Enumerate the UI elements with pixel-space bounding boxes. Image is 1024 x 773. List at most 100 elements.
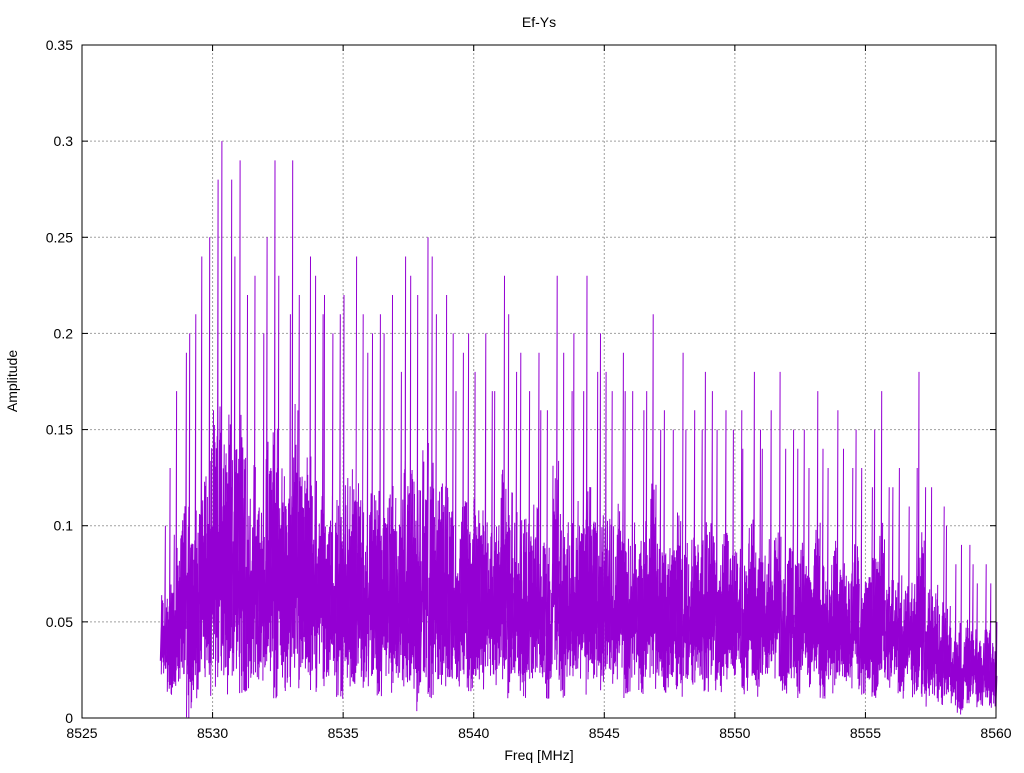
- y-tick-label: 0: [65, 710, 73, 726]
- signal-bin: [460, 352, 469, 675]
- x-tick-label: 8530: [197, 725, 228, 741]
- signal-bin: [982, 564, 991, 698]
- signal-bin: [512, 371, 521, 677]
- signal-bin: [871, 429, 880, 698]
- chart: 8525 8530 8535 8540 8545 8550 8555 8560 0 0.05 0.1…: [4, 14, 1012, 763]
- signal-bin: [492, 391, 501, 686]
- x-tick-label: 8555: [850, 725, 881, 741]
- signal-bin: [649, 314, 658, 689]
- x-axis-label: Freq [MHz]: [504, 747, 573, 763]
- signal-bin: [956, 544, 965, 715]
- signal-bin: [277, 275, 286, 678]
- signal-bin: [179, 352, 188, 679]
- signal-bin: [231, 256, 240, 676]
- signal-bin: [603, 371, 612, 670]
- signal-bin: [264, 237, 273, 672]
- signal-bin: [904, 506, 913, 675]
- y-axis-label: Amplitude: [4, 350, 20, 412]
- signal-bin: [819, 448, 828, 699]
- signal-bin: [806, 467, 815, 688]
- signal-bin: [571, 333, 580, 677]
- signal-bin: [584, 275, 593, 695]
- signal-bin: [577, 391, 586, 679]
- signal-bin: [532, 352, 540, 679]
- signal-bin: [597, 333, 606, 691]
- signal-bin: [453, 391, 462, 687]
- signal-bin: [786, 429, 795, 679]
- signal-bin: [917, 371, 926, 697]
- signal-bin: [695, 429, 704, 676]
- signal-bin: [590, 371, 599, 679]
- signal-bin: [721, 410, 730, 680]
- signal-bin: [949, 564, 958, 706]
- signal-bin: [375, 314, 384, 697]
- signal-bin: [362, 352, 371, 688]
- signal-bin: [355, 314, 364, 677]
- signal-bin: [525, 391, 534, 679]
- signal-bin: [708, 391, 717, 675]
- signal-bin: [199, 256, 207, 678]
- signal-bin: [936, 506, 945, 706]
- signal-bin: [270, 160, 279, 699]
- signal-bin: [545, 410, 553, 699]
- signal-bin: [636, 410, 645, 695]
- signal-bin: [616, 352, 625, 680]
- y-tick-label: 0.05: [46, 614, 73, 630]
- signal-bin: [283, 314, 292, 692]
- signal-bin: [884, 487, 893, 688]
- signal-bin: [753, 429, 762, 697]
- signal-bin: [662, 410, 671, 693]
- signal-bin: [747, 371, 756, 678]
- signal-bin: [401, 256, 410, 687]
- signal-bin: [760, 448, 769, 675]
- signal-bin: [407, 275, 416, 689]
- signal-bin: [172, 391, 181, 686]
- signal-bin: [349, 256, 358, 687]
- signal-bin: [329, 333, 338, 676]
- signal-bin: [551, 275, 560, 670]
- signal-bin: [388, 294, 397, 693]
- signal-bin: [656, 429, 664, 677]
- signal-bin: [505, 314, 514, 699]
- chart-title: Ef-Ys: [522, 14, 556, 30]
- signal-bin: [434, 314, 442, 680]
- signal-bin: [878, 391, 886, 673]
- y-tick-label: 0.15: [46, 422, 73, 438]
- signal-bin: [610, 391, 619, 684]
- signal-bin: [466, 333, 475, 692]
- x-tick-label: 8545: [589, 725, 620, 741]
- signal-bin: [303, 256, 312, 676]
- signal-bin: [290, 160, 299, 668]
- signal-bin: [310, 275, 318, 692]
- signal-bin: [832, 410, 841, 694]
- signal-bin: [558, 352, 566, 698]
- signal-bin: [897, 467, 906, 699]
- signal-bin: [499, 275, 508, 680]
- signal-bin: [734, 410, 743, 675]
- signal-bin: [473, 371, 482, 680]
- signal-bin: [244, 294, 253, 692]
- signal-bin: [891, 487, 899, 675]
- signal-bin: [682, 429, 691, 680]
- signal-bin: [923, 487, 932, 707]
- x-tick-label: 8540: [458, 725, 489, 741]
- signal-bin: [989, 583, 997, 708]
- y-tick-label: 0.25: [46, 229, 73, 245]
- signal-bin: [825, 467, 834, 680]
- y-tick-label: 0.2: [54, 325, 74, 341]
- signal-bin: [440, 294, 449, 687]
- signal-bin: [727, 429, 736, 676]
- signal-bin: [427, 256, 436, 699]
- signal-bin: [159, 525, 168, 675]
- signal-bin: [773, 371, 782, 679]
- signal-bin: [910, 467, 919, 698]
- signal-bin: [740, 448, 749, 695]
- signal-bin: [538, 410, 547, 678]
- signal-bin: [336, 314, 345, 699]
- signal-bin: [296, 294, 305, 689]
- signal-bin: [447, 333, 456, 679]
- signal-bin: [969, 564, 978, 697]
- signal-bin: [669, 429, 677, 677]
- signal-bin: [486, 391, 495, 676]
- signal-bin: [962, 544, 971, 704]
